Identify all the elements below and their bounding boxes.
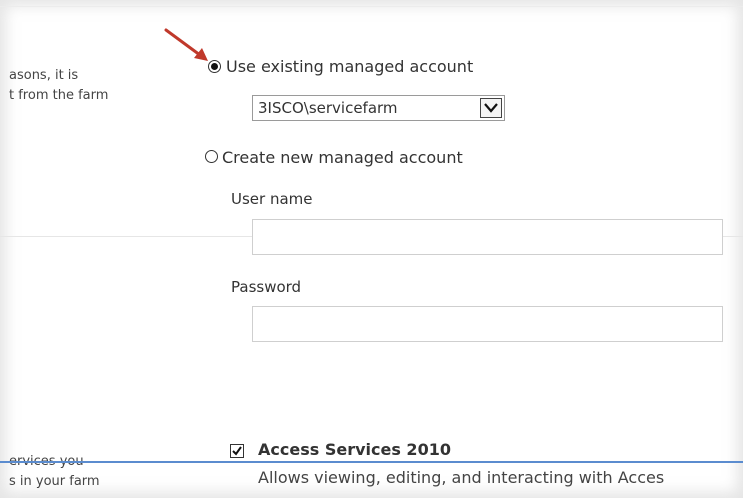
use-existing-account-label[interactable]: Use existing managed account xyxy=(226,57,473,76)
password-label: Password xyxy=(231,278,302,296)
username-input[interactable] xyxy=(252,219,723,255)
annotation-arrow-icon xyxy=(164,28,208,61)
top-divider xyxy=(0,6,743,7)
service-title: Access Services 2010 xyxy=(258,440,451,459)
settings-panel: asons, it is t from the farm Use existin… xyxy=(0,0,743,498)
chevron-down-icon xyxy=(484,103,498,113)
password-input[interactable] xyxy=(252,306,723,342)
use-existing-account-radio[interactable] xyxy=(208,60,221,73)
description-text-line: asons, it is xyxy=(9,68,79,83)
checkmark-icon xyxy=(232,446,242,456)
description-text-line: s in your farm xyxy=(9,474,100,489)
managed-account-value: 3ISCO\servicefarm xyxy=(258,99,398,117)
create-new-account-radio[interactable] xyxy=(205,150,218,163)
create-new-account-label[interactable]: Create new managed account xyxy=(222,148,463,167)
service-description: Allows viewing, editing, and interacting… xyxy=(258,468,665,487)
dropdown-button[interactable] xyxy=(480,98,502,118)
username-label: User name xyxy=(231,190,313,208)
description-text-line: t from the farm xyxy=(9,88,109,103)
bottom-divider xyxy=(0,461,743,463)
access-services-checkbox[interactable] xyxy=(230,444,244,458)
managed-account-select[interactable]: 3ISCO\servicefarm xyxy=(252,95,505,121)
